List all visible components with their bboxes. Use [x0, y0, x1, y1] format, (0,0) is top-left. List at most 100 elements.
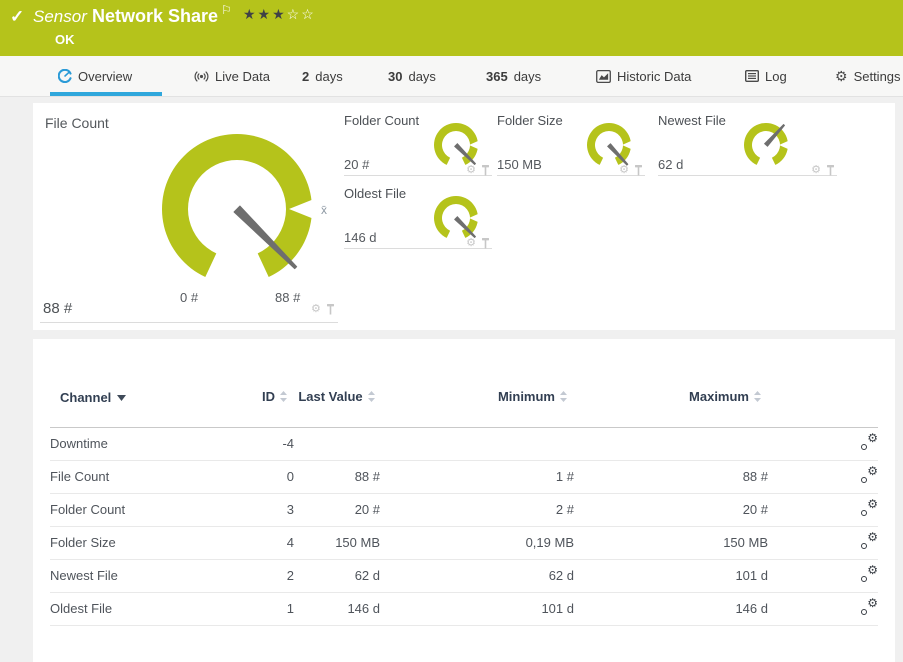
- pin-icon[interactable]: [481, 165, 490, 176]
- column-header-id[interactable]: ID: [240, 375, 294, 427]
- channel-minimum-cell: 1 #: [380, 460, 574, 493]
- tile-value: 150 MB: [497, 157, 542, 172]
- priority-stars-filled[interactable]: ★★★: [243, 6, 287, 22]
- column-header-channel[interactable]: Channel: [50, 375, 240, 427]
- active-tab-underline: [50, 92, 162, 96]
- tab-live-data[interactable]: Live Data: [194, 56, 270, 96]
- gauge-settings-gear-icon[interactable]: ⚙: [811, 165, 821, 176]
- channel-last-value-cell: 146 d: [294, 592, 380, 625]
- channel-settings-icon[interactable]: ⚙: [861, 600, 878, 615]
- gauge-tile-newest-file[interactable]: Newest File 62 d ⚙: [658, 113, 837, 176]
- channel-settings-icon[interactable]: ⚙: [861, 435, 878, 450]
- sensor-title: Network Share: [92, 6, 218, 27]
- channel-maximum-cell: 150 MB: [574, 526, 768, 559]
- flag-icon[interactable]: ⚐: [221, 3, 232, 17]
- channel-last-value-cell: [294, 427, 380, 460]
- table-row[interactable]: Downtime -4 ⚙: [50, 427, 878, 460]
- channel-name-cell[interactable]: Newest File: [50, 559, 240, 592]
- tab-365-days[interactable]: 365 days: [486, 56, 541, 96]
- channels-panel: Channel ID Last Value Minimum Maximum Do…: [33, 339, 895, 662]
- channel-settings-icon[interactable]: ⚙: [861, 534, 878, 549]
- gauges-panel: File Count x̄ 0 # 88 # 88 # ⚙ Folder Cou…: [33, 103, 895, 330]
- channels-table: Channel ID Last Value Minimum Maximum Do…: [50, 375, 878, 626]
- channel-name-cell[interactable]: Folder Size: [50, 526, 240, 559]
- gauge-settings-gear-icon[interactable]: ⚙: [466, 238, 476, 249]
- priority-stars[interactable]: ★★★☆☆: [243, 6, 316, 23]
- table-row[interactable]: Folder Size 4 150 MB 0,19 MB 150 MB ⚙: [50, 526, 878, 559]
- live-data-icon: [194, 70, 209, 83]
- table-row[interactable]: Oldest File 1 146 d 101 d 146 d ⚙: [50, 592, 878, 625]
- tab-settings[interactable]: ⚙ Settings: [835, 56, 901, 96]
- channel-minimum-cell: 62 d: [380, 559, 574, 592]
- tab-settings-label: Settings: [854, 69, 901, 84]
- pin-icon[interactable]: [826, 165, 835, 176]
- channel-minimum-cell: [380, 427, 574, 460]
- gauge-settings-gear-icon[interactable]: ⚙: [311, 304, 321, 315]
- pin-icon[interactable]: [481, 238, 490, 249]
- object-kind-label: Sensor: [33, 7, 87, 27]
- channel-settings-icon[interactable]: ⚙: [861, 501, 878, 516]
- channel-settings-icon[interactable]: ⚙: [861, 567, 878, 582]
- gauge-tile-folder-count[interactable]: Folder Count 20 # ⚙: [344, 113, 492, 176]
- primary-tile-divider: [40, 322, 338, 323]
- tab-bar: Overview Live Data 2 days 30 days 365 da…: [0, 56, 903, 97]
- tile-value: 62 d: [658, 157, 683, 172]
- table-row[interactable]: Newest File 2 62 d 62 d 101 d ⚙: [50, 559, 878, 592]
- table-row[interactable]: File Count 0 88 # 1 # 88 # ⚙: [50, 460, 878, 493]
- tab-30-days-unit: days: [408, 69, 435, 84]
- column-header-last-value[interactable]: Last Value: [294, 375, 380, 427]
- tab-live-data-label: Live Data: [215, 69, 270, 84]
- gauge-icon: [58, 69, 72, 83]
- channel-name-cell[interactable]: Oldest File: [50, 592, 240, 625]
- tile-value: 146 d: [344, 230, 377, 245]
- tile-title: Oldest File: [344, 186, 406, 201]
- channel-settings-icon[interactable]: ⚙: [861, 468, 878, 483]
- gauge-settings-gear-icon[interactable]: ⚙: [466, 165, 476, 176]
- gauge-settings-gear-icon[interactable]: ⚙: [619, 165, 629, 176]
- pin-icon[interactable]: [634, 165, 643, 176]
- channel-minimum-cell: 2 #: [380, 493, 574, 526]
- tab-historic-data[interactable]: Historic Data: [596, 56, 691, 96]
- sensor-header: ✓ Sensor Network Share ⚐ ★★★☆☆ OK: [0, 0, 903, 56]
- sort-desc-icon: [117, 389, 126, 405]
- primary-gauge[interactable]: x̄: [127, 104, 347, 324]
- channel-name-cell[interactable]: File Count: [50, 460, 240, 493]
- tab-log[interactable]: Log: [745, 56, 787, 96]
- tile-title: Folder Count: [344, 113, 419, 128]
- gauge-tile-folder-size[interactable]: Folder Size 150 MB ⚙: [497, 113, 645, 176]
- prtg-sensor-page: ✓ Sensor Network Share ⚐ ★★★☆☆ OK Overvi…: [0, 0, 903, 662]
- priority-stars-empty[interactable]: ☆☆: [287, 6, 316, 22]
- channel-maximum-cell: 101 d: [574, 559, 768, 592]
- tab-30-days[interactable]: 30 days: [388, 56, 436, 96]
- tab-2-days[interactable]: 2 days: [302, 56, 343, 96]
- channel-name-cell[interactable]: Folder Count: [50, 493, 240, 526]
- tab-overview[interactable]: Overview: [58, 56, 132, 96]
- tile-title: Newest File: [658, 113, 726, 128]
- primary-gauge-value: 88 #: [43, 300, 72, 317]
- table-header-row: Channel ID Last Value Minimum Maximum: [50, 375, 878, 427]
- sort-icon: [753, 390, 762, 407]
- log-list-icon: [745, 70, 759, 82]
- pin-icon[interactable]: [326, 304, 335, 315]
- average-marker-label: x̄: [321, 203, 327, 217]
- column-header-maximum[interactable]: Maximum: [574, 375, 768, 427]
- gear-icon: ⚙: [835, 69, 848, 83]
- channel-id-cell: -4: [240, 427, 294, 460]
- channel-maximum-cell: 146 d: [574, 592, 768, 625]
- tab-2-days-number: 2: [302, 69, 309, 84]
- small-gauge: [736, 117, 796, 177]
- gauge-tile-oldest-file[interactable]: Oldest File 146 d ⚙: [344, 186, 492, 249]
- channel-last-value-cell: 20 #: [294, 493, 380, 526]
- historic-chart-icon: [596, 70, 611, 83]
- channel-last-value-cell: 62 d: [294, 559, 380, 592]
- column-header-minimum[interactable]: Minimum: [380, 375, 574, 427]
- tab-overview-label: Overview: [78, 69, 132, 84]
- tab-2-days-unit: days: [315, 69, 342, 84]
- table-row[interactable]: Folder Count 3 20 # 2 # 20 # ⚙: [50, 493, 878, 526]
- channel-name-cell[interactable]: Downtime: [50, 427, 240, 460]
- channel-maximum-cell: 88 #: [574, 460, 768, 493]
- primary-gauge-min-label: 0 #: [180, 290, 198, 305]
- sort-icon: [279, 390, 288, 407]
- tab-365-days-number: 365: [486, 69, 508, 84]
- channel-id-cell: 2: [240, 559, 294, 592]
